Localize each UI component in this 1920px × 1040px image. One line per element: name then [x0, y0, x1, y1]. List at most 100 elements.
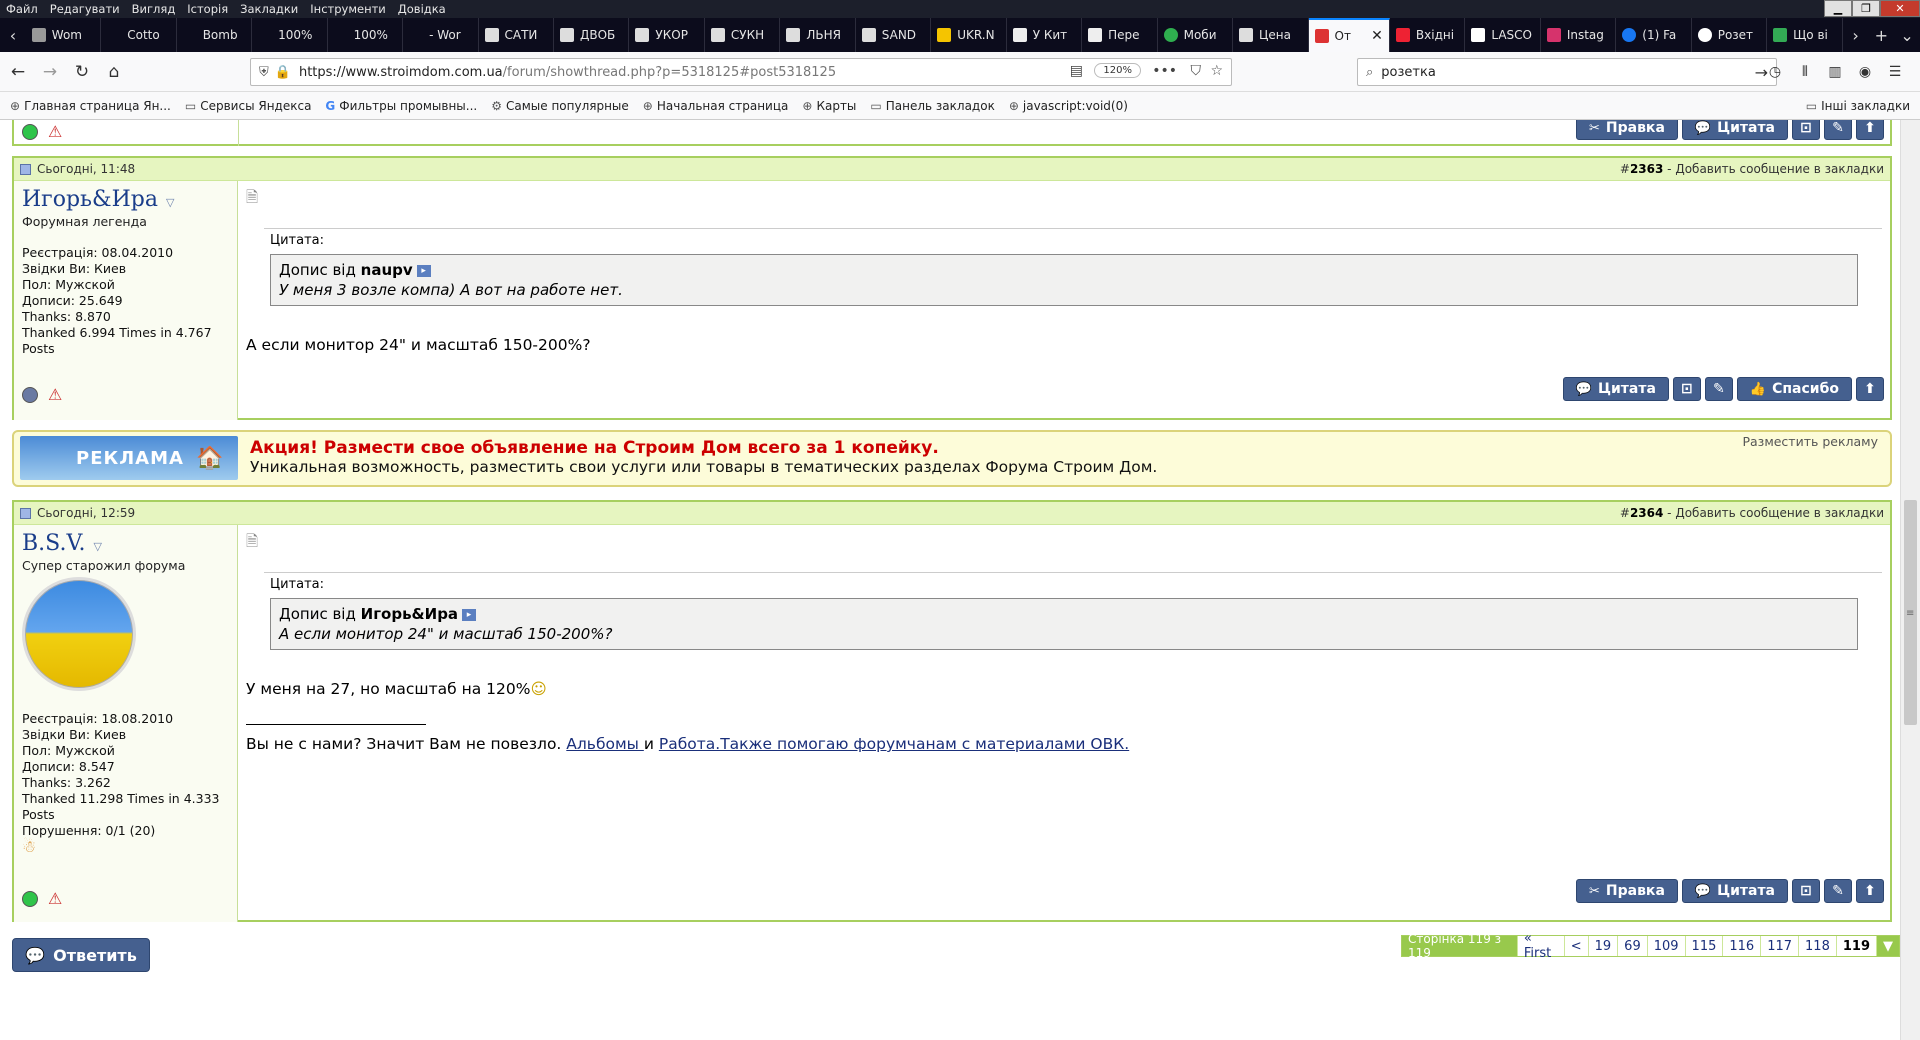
thanks-button[interactable]: 👍 Спасибо — [1736, 377, 1852, 401]
view-post-arrow-icon[interactable]: ▸ — [462, 608, 477, 621]
page-link[interactable]: 115 — [1685, 936, 1724, 956]
user-menu-dropdown-icon[interactable]: ▽ — [93, 540, 101, 553]
page-link[interactable]: 19 — [1588, 936, 1619, 956]
tab-scroll-right-icon[interactable]: › — [1843, 18, 1869, 52]
menu-file[interactable]: Файл — [6, 2, 38, 16]
username[interactable]: Игорь&Ира ▽ — [22, 187, 229, 212]
quote-button[interactable]: 💬 Цитата — [1562, 377, 1669, 401]
bookmark-item[interactable]: ▭ Панель закладок — [870, 99, 994, 113]
browser-tab-active[interactable]: От ✕ — [1308, 18, 1390, 52]
browser-tab[interactable]: Wom — [26, 18, 102, 52]
user-menu-dropdown-icon[interactable]: ▽ — [166, 196, 174, 209]
quote-button[interactable]: 💬 Цитата — [1681, 879, 1788, 903]
browser-tab[interactable]: Bomb — [177, 18, 253, 52]
browser-tab[interactable]: У Кит — [1007, 18, 1083, 52]
ad-title[interactable]: Акция! Размести свое объявление на Строи… — [250, 438, 939, 458]
browser-tab[interactable]: Що ві — [1767, 18, 1843, 52]
page-first[interactable]: « First — [1517, 931, 1565, 961]
reader-view-icon[interactable]: ▤ — [1070, 63, 1083, 79]
ad-image[interactable]: РЕКЛАМА 🏠 — [20, 436, 238, 480]
bookmark-item[interactable]: G Фильтры промывны... — [325, 99, 477, 113]
bookmark-item[interactable]: ⚙ Самые популярные — [491, 99, 629, 113]
browser-tab[interactable]: LASCO — [1465, 18, 1541, 52]
sidebar-icon[interactable]: ▥ — [1820, 58, 1850, 86]
page-link[interactable]: 118 — [1799, 936, 1837, 956]
browser-tab[interactable]: САТИ — [479, 18, 554, 52]
post-number-link[interactable]: 2363 — [1630, 162, 1663, 176]
username[interactable]: B.S.V. ▽ — [22, 531, 229, 556]
quick-reply-button[interactable]: ✎ — [1824, 120, 1852, 140]
post-number-link[interactable]: 2364 — [1630, 506, 1663, 520]
tab-scroll-left-icon[interactable]: ‹ — [0, 18, 26, 52]
browser-tab[interactable]: ЛЬНЯ — [780, 18, 856, 52]
multiquote-button[interactable]: ⊡ — [1792, 120, 1820, 140]
shield-icon[interactable]: ⛨ — [259, 65, 269, 80]
page-link[interactable]: 117 — [1761, 936, 1800, 956]
work-link[interactable]: Работа.Также помогаю форумчанам с матери… — [659, 735, 1129, 753]
place-ad-link[interactable]: Разместить рекламу — [1742, 434, 1878, 449]
browser-tab[interactable]: ДВОБ — [554, 18, 630, 52]
back-icon[interactable]: ← — [4, 58, 32, 86]
browser-tab[interactable]: СУКН — [705, 18, 781, 52]
restore-icon[interactable]: ❐ — [1852, 0, 1880, 17]
menu-bookmarks[interactable]: Закладки — [240, 2, 298, 16]
multiquote-button[interactable]: ⊡ — [1792, 879, 1820, 903]
edit-button[interactable]: ✂ Правка — [1575, 879, 1678, 903]
browser-tab[interactable]: Моби — [1158, 18, 1234, 52]
quote-button[interactable]: 💬 Цитата — [1681, 120, 1788, 140]
vertical-scrollbar[interactable]: ≡ — [1900, 120, 1920, 1040]
menu-view[interactable]: Вигляд — [132, 2, 176, 16]
other-bookmarks[interactable]: ▭ Інші закладки — [1806, 99, 1910, 113]
reply-button[interactable]: 💬 Ответить — [12, 938, 150, 972]
page-link[interactable]: 69 — [1618, 936, 1648, 956]
bookmark-item[interactable]: ⊕ Начальная страница — [643, 99, 789, 113]
browser-tab[interactable]: (1) Fa — [1616, 18, 1692, 52]
browser-tab[interactable]: UKR.N — [931, 18, 1007, 52]
report-icon[interactable]: ⚠ — [48, 889, 62, 908]
scroll-top-button[interactable]: ⬆ — [1856, 120, 1884, 140]
browser-tab[interactable]: - Wor — [403, 18, 479, 52]
library-icon[interactable]: ⫴ — [1790, 58, 1820, 86]
pocket-icon[interactable]: ⛉ — [1191, 63, 1202, 79]
minimize-icon[interactable]: ▁ — [1824, 0, 1852, 17]
url-bar[interactable]: ⛨ 🔒 https://www.stroimdom.com.ua/forum/s… — [250, 58, 1232, 86]
bookmark-item[interactable]: ⊕ javascript:void(0) — [1009, 99, 1128, 113]
bookmark-post-link[interactable]: Добавить сообщение в закладки — [1675, 162, 1884, 176]
edit-button[interactable]: ✂ Правка — [1575, 120, 1678, 140]
zoom-level[interactable]: 120% — [1094, 63, 1141, 78]
tab-close-icon[interactable]: ✕ — [1371, 28, 1383, 44]
forward-icon[interactable]: → — [36, 58, 64, 86]
quick-reply-button[interactable]: ✎ — [1704, 377, 1733, 401]
menu-tools[interactable]: Інструменти — [310, 2, 385, 16]
reload-icon[interactable]: ↻ — [68, 58, 96, 86]
bookmark-star-icon[interactable]: ☆ — [1210, 63, 1223, 79]
hamburger-menu-icon[interactable]: ☰ — [1880, 58, 1910, 86]
browser-tab[interactable]: Розет — [1692, 18, 1768, 52]
more-actions-icon[interactable]: ••• — [1152, 63, 1177, 79]
browser-tab[interactable]: 100% — [328, 18, 404, 52]
scroll-top-button[interactable]: ⬆ — [1856, 879, 1884, 903]
search-input[interactable]: розетка — [1381, 65, 1436, 80]
account-icon[interactable]: ◉ — [1850, 58, 1880, 86]
bookmark-item[interactable]: ⊕ Карты — [802, 99, 856, 113]
report-icon[interactable]: ⚠ — [48, 122, 62, 141]
page-link[interactable]: 116 — [1723, 936, 1762, 956]
page-jump-dropdown-icon[interactable]: ▼ — [1877, 936, 1899, 956]
close-window-icon[interactable]: ✕ — [1880, 0, 1920, 17]
avatar[interactable] — [22, 577, 136, 691]
browser-tab[interactable]: 100% — [252, 18, 328, 52]
page-link[interactable]: 109 — [1647, 936, 1686, 956]
menu-history[interactable]: Історія — [187, 2, 228, 16]
browser-tab[interactable]: Вхідні — [1390, 18, 1466, 52]
menu-edit[interactable]: Редагувати — [50, 2, 120, 16]
menu-help[interactable]: Довідка — [398, 2, 446, 16]
page-prev[interactable]: < — [1564, 936, 1589, 956]
history-icon[interactable]: ◷ — [1760, 58, 1790, 86]
bookmark-item[interactable]: ▭ Сервисы Яндекса — [185, 99, 312, 113]
view-post-arrow-icon[interactable]: ▸ — [416, 264, 431, 277]
multiquote-button[interactable]: ⊡ — [1672, 377, 1701, 401]
browser-tab[interactable]: Пере — [1082, 18, 1158, 52]
browser-tab[interactable]: SAND — [856, 18, 932, 52]
quick-reply-button[interactable]: ✎ — [1824, 879, 1852, 903]
home-icon[interactable]: ⌂ — [100, 58, 128, 86]
